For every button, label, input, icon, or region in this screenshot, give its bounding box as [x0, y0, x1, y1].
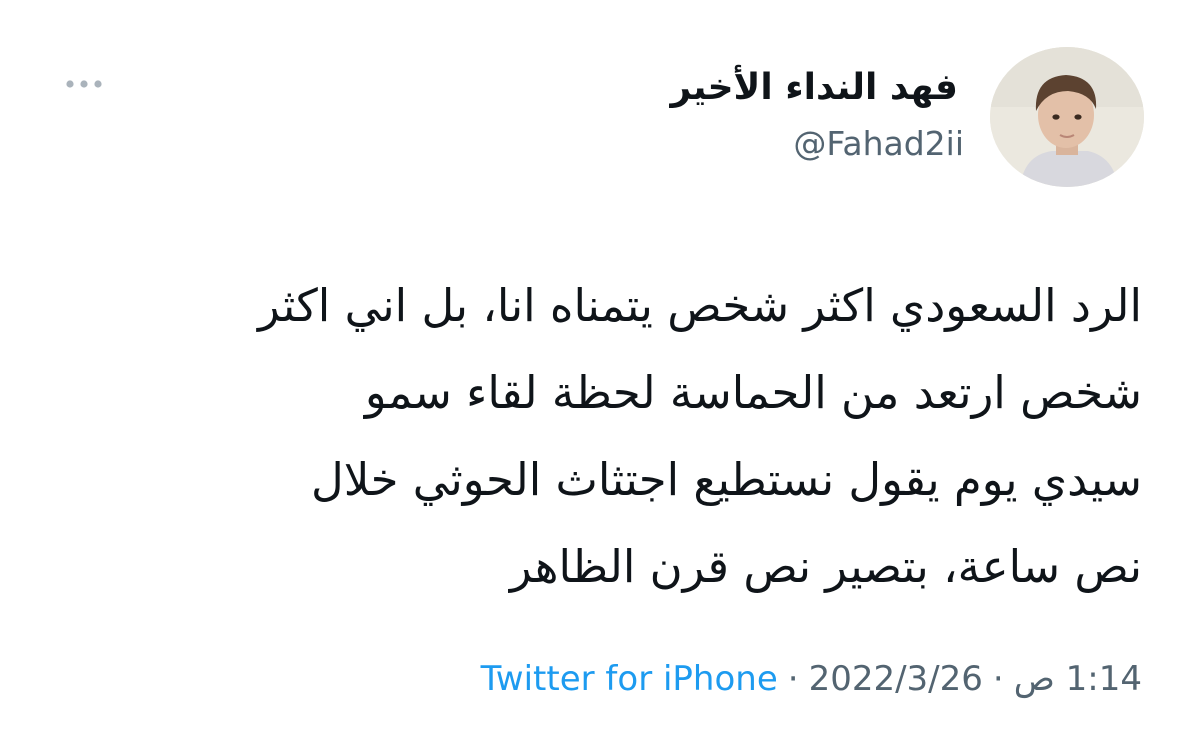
meta-separator: ·	[787, 659, 799, 699]
tweet-date[interactable]: 2022/3/26	[809, 659, 983, 699]
tweet-text-line: سيدي يوم يقول نستطيع اجتثاث الحوثي خلال	[311, 453, 1142, 506]
tweet-text-line: الرد السعودي اكثر شخص يتمناه انا، بل اني…	[257, 279, 1142, 332]
tweet-time[interactable]: 1:14 ص	[1014, 659, 1142, 699]
tweet-metadata: 1:14 ص·2022/3/26·Twitter for iPhone	[481, 656, 1142, 702]
more-options-button[interactable]	[62, 70, 106, 98]
profile-photo	[990, 47, 1144, 187]
user-handle[interactable]: @Fahad2ii	[793, 122, 964, 166]
avatar[interactable]	[990, 47, 1144, 187]
tweet-text-line: نص ساعة، بتصير نص قرن الظاهر	[509, 540, 1142, 593]
tweet-text-line: شخص ارتعد من الحماسة لحظة لقاء سمو	[364, 366, 1142, 419]
tweet-source-link[interactable]: Twitter for iPhone	[481, 659, 778, 699]
display-name[interactable]: فهد النداء الأخير	[671, 66, 958, 110]
more-horizontal-icon	[66, 80, 102, 88]
tweet-text: الرد السعودي اكثر شخص يتمناه انا، بل اني…	[52, 262, 1142, 610]
meta-separator: ·	[992, 659, 1004, 699]
